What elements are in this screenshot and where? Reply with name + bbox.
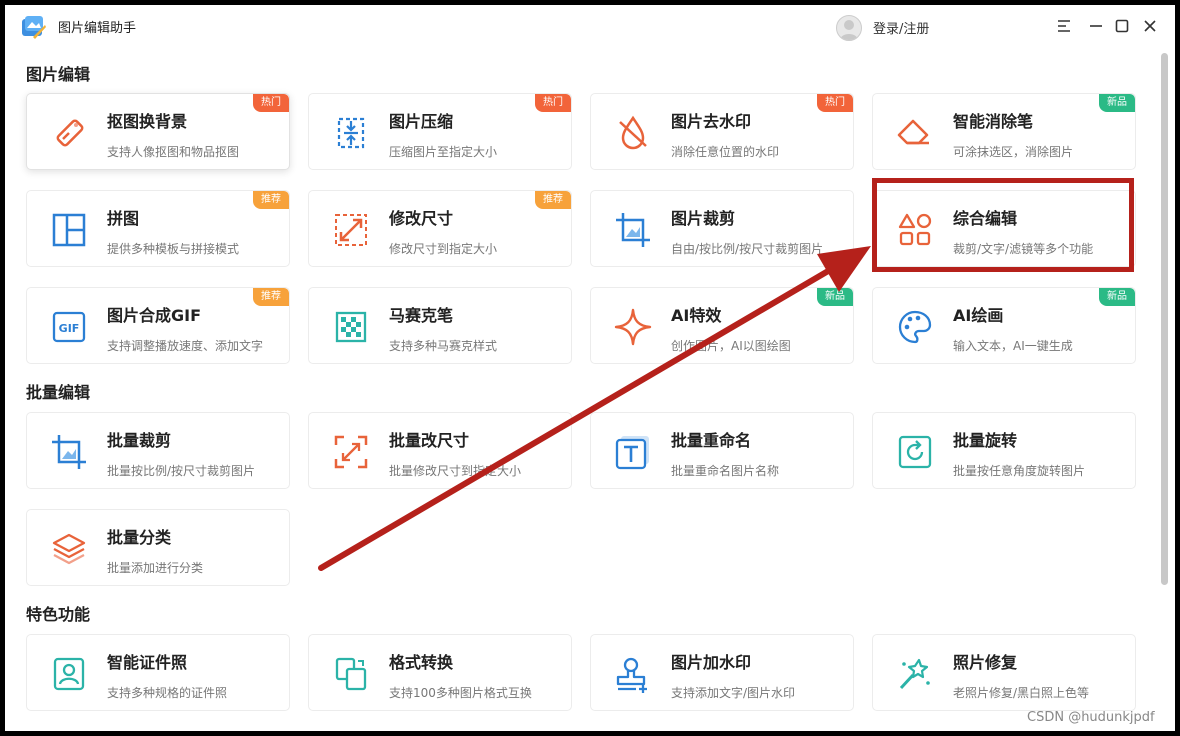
app-window: 图片编辑助手 登录/注册 图片编辑 抠图换背景 支持人像抠图和物品抠图 热门 图… [5, 5, 1175, 731]
annotation-arrow [318, 246, 871, 571]
csdn-watermark: CSDN @hudunkjpdf [1027, 710, 1155, 725]
